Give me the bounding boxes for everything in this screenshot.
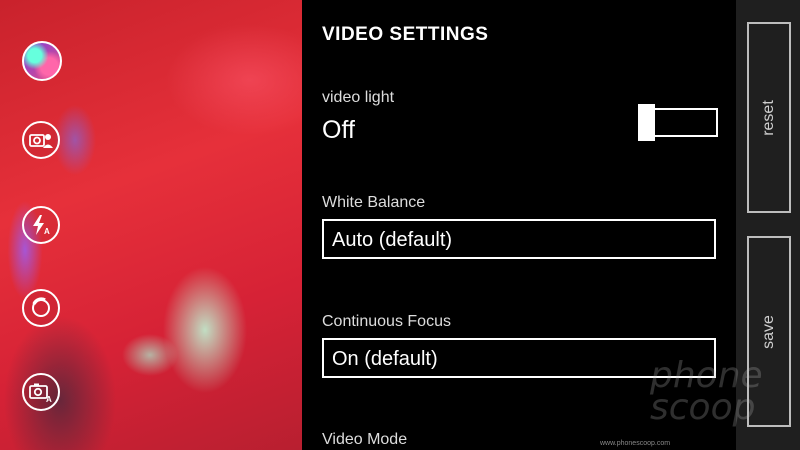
svg-text:A: A: [46, 395, 52, 404]
camera-scene-icon[interactable]: A: [22, 373, 60, 411]
toggle-knob: [638, 104, 655, 141]
stabilization-icon[interactable]: [22, 289, 60, 327]
save-label: save: [759, 314, 777, 349]
page-title: VIDEO SETTINGS: [322, 24, 489, 45]
video-light-value: Off: [322, 116, 355, 144]
lens-icon[interactable]: [22, 41, 62, 81]
reset-label: reset: [759, 99, 777, 136]
svg-text:A: A: [44, 227, 50, 236]
white-balance-select[interactable]: Auto (default): [322, 219, 716, 259]
flash-auto-icon[interactable]: A: [22, 206, 60, 244]
phonescoop-watermark: phone scoop: [650, 355, 763, 429]
white-balance-label: White Balance: [322, 194, 426, 211]
reset-button[interactable]: reset: [747, 22, 791, 213]
video-mode-label: Video Mode: [322, 431, 408, 448]
front-camera-icon[interactable]: [22, 121, 60, 159]
video-light-toggle[interactable]: [638, 104, 718, 141]
video-light-label: video light: [322, 89, 395, 106]
watermark-url: www.phonescoop.com: [600, 440, 671, 447]
continuous-focus-label: Continuous Focus: [322, 313, 451, 330]
camera-viewfinder: A A: [0, 0, 302, 450]
